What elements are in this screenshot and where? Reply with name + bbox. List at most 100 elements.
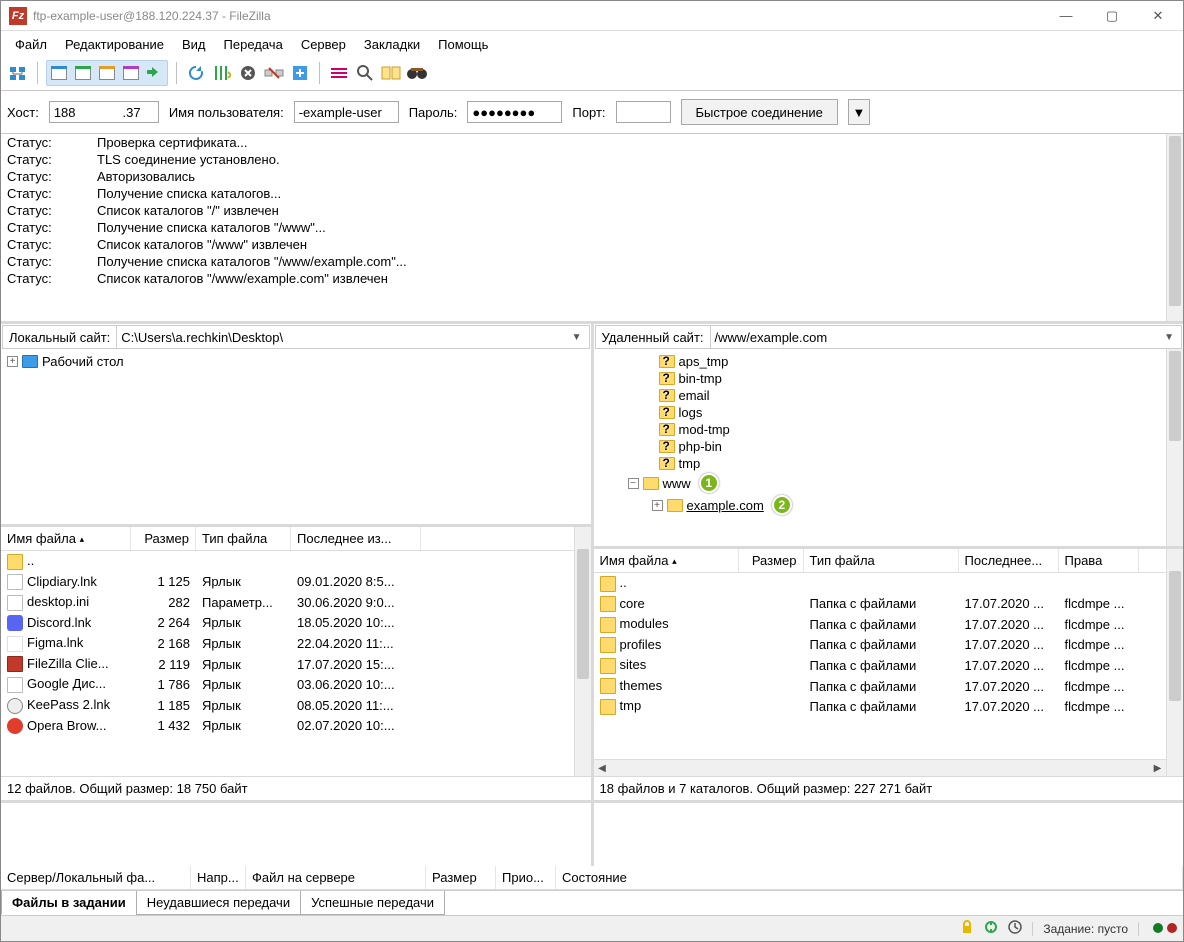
reconnect-button[interactable] xyxy=(289,62,311,84)
menu-bookmarks[interactable]: Закладки xyxy=(356,35,428,54)
username-label: Имя пользователя: xyxy=(169,105,284,120)
folder-icon xyxy=(600,596,616,612)
local-path-combo[interactable]: C:\Users\a.rechkin\Desktop\ ▼ xyxy=(116,326,588,348)
list-item[interactable]: tmpПапка с файлами17.07.2020 ...flcdmpe … xyxy=(594,696,1184,717)
log-row: Статус:Список каталогов "/" извлечен xyxy=(1,202,1183,219)
tree-node[interactable]: mod-tmp xyxy=(596,421,1182,438)
tab-failed-transfers[interactable]: Неудавшиеся передачи xyxy=(136,891,301,915)
quick-connect-dropdown[interactable]: ▼ xyxy=(848,99,870,125)
remote-list-scrollbar[interactable] xyxy=(1166,549,1183,776)
menu-view[interactable]: Вид xyxy=(174,35,214,54)
tree-node[interactable]: php-bin xyxy=(596,438,1182,455)
list-item[interactable]: Opera Brow...1 432Ярлык02.07.2020 10:... xyxy=(1,716,591,737)
toggle-log-panel-button[interactable] xyxy=(48,62,70,84)
toggle-local-tree-button[interactable] xyxy=(72,62,94,84)
tree-node-desktop[interactable]: Рабочий стол xyxy=(42,354,124,369)
sync-browsing-button[interactable] xyxy=(144,62,166,84)
menu-server[interactable]: Сервер xyxy=(293,35,354,54)
host-label: Хост: xyxy=(7,105,39,120)
queue-col-server[interactable]: Сервер/Локальный фа... xyxy=(1,866,191,889)
toggle-remote-tree-button[interactable] xyxy=(96,62,118,84)
list-item[interactable]: desktop.ini282Параметр...30.06.2020 9:0.… xyxy=(1,592,591,613)
disconnect-button[interactable] xyxy=(263,62,285,84)
activity-indicators xyxy=(1149,922,1177,936)
col-size[interactable]: Размер xyxy=(131,527,196,550)
col-date[interactable]: Последнее... xyxy=(959,549,1059,572)
binoculars-icon[interactable] xyxy=(406,62,428,84)
remote-list-hscrollbar[interactable]: ◀▶ xyxy=(594,759,1167,776)
compare-button[interactable] xyxy=(380,62,402,84)
list-item[interactable]: modulesПапка с файлами17.07.2020 ...flcd… xyxy=(594,614,1184,635)
queue-col-status[interactable]: Состояние xyxy=(556,866,1183,889)
toggle-queue-panel-button[interactable] xyxy=(120,62,142,84)
tree-node[interactable]: +example.com2 xyxy=(596,494,1182,516)
search-button[interactable] xyxy=(354,62,376,84)
queue-col-remote[interactable]: Файл на сервере xyxy=(246,866,426,889)
log-scrollbar[interactable] xyxy=(1166,134,1183,321)
tab-queued-files[interactable]: Файлы в задании xyxy=(1,891,137,915)
queue-col-size[interactable]: Размер xyxy=(426,866,496,889)
tree-node-label: example.com xyxy=(687,498,764,513)
menu-help[interactable]: Помощь xyxy=(430,35,496,54)
process-queue-button[interactable] xyxy=(211,62,233,84)
log-text: Получение списка каталогов... xyxy=(97,186,281,201)
col-size[interactable]: Размер xyxy=(739,549,804,572)
list-item[interactable]: KeePass 2.lnk1 185Ярлык08.05.2020 11:... xyxy=(1,695,591,716)
remote-path-combo[interactable]: /www/example.com ▼ xyxy=(710,326,1181,348)
cancel-button[interactable] xyxy=(237,62,259,84)
filter-button[interactable] xyxy=(328,62,350,84)
expand-icon[interactable]: + xyxy=(652,500,663,511)
tree-node[interactable]: −www1 xyxy=(596,472,1182,494)
tree-node[interactable]: email xyxy=(596,387,1182,404)
menu-transfer[interactable]: Передача xyxy=(216,35,291,54)
list-item[interactable]: sitesПапка с файлами17.07.2020 ...flcdmp… xyxy=(594,655,1184,676)
remote-tree[interactable]: aps_tmpbin-tmpemaillogsmod-tmpphp-bintmp… xyxy=(594,349,1184,549)
host-input[interactable] xyxy=(49,101,159,123)
col-name[interactable]: Имя файла ▴ xyxy=(594,549,739,572)
list-item[interactable]: coreПапка с файлами17.07.2020 ...flcdmpe… xyxy=(594,594,1184,615)
menu-file[interactable]: Файл xyxy=(7,35,55,54)
local-list-scrollbar[interactable] xyxy=(574,527,591,776)
col-type[interactable]: Тип файла xyxy=(804,549,959,572)
expand-icon[interactable]: + xyxy=(7,356,18,367)
close-button[interactable]: ✕ xyxy=(1135,1,1181,31)
list-item[interactable]: Clipdiary.lnk1 125Ярлык09.01.2020 8:5... xyxy=(1,572,591,593)
password-input[interactable] xyxy=(467,101,562,123)
list-item[interactable]: Discord.lnk2 264Ярлык18.05.2020 10:... xyxy=(1,613,591,634)
col-date[interactable]: Последнее из... xyxy=(291,527,421,550)
list-item[interactable]: Figma.lnk2 168Ярлык22.04.2020 11:... xyxy=(1,633,591,654)
refresh-button[interactable] xyxy=(185,62,207,84)
local-tree[interactable]: + Рабочий стол xyxy=(1,349,591,527)
queue-col-direction[interactable]: Напр... xyxy=(191,866,246,889)
col-name[interactable]: Имя файла ▴ xyxy=(1,527,131,550)
remote-file-list[interactable]: Имя файла ▴ Размер Тип файла Последнее..… xyxy=(594,549,1184,777)
port-input[interactable] xyxy=(616,101,671,123)
file-icon xyxy=(7,595,23,611)
col-type[interactable]: Тип файла xyxy=(196,527,291,550)
menu-edit[interactable]: Редактирование xyxy=(57,35,172,54)
list-item[interactable]: themesПапка с файлами17.07.2020 ...flcdm… xyxy=(594,676,1184,697)
tree-node[interactable]: tmp xyxy=(596,455,1182,472)
list-item[interactable]: Google Дис...1 786Ярлык03.06.2020 10:... xyxy=(1,674,591,695)
quick-connect-button[interactable]: Быстрое соединение xyxy=(681,99,838,125)
list-item[interactable]: FileZilla Clie...2 119Ярлык17.07.2020 15… xyxy=(1,654,591,675)
tree-node[interactable]: bin-tmp xyxy=(596,370,1182,387)
folder-icon xyxy=(659,440,675,453)
local-file-list[interactable]: Имя файла ▴ Размер Тип файла Последнее и… xyxy=(1,527,591,777)
file-icon xyxy=(7,656,23,672)
list-item-up[interactable]: .. xyxy=(1,551,591,572)
site-manager-button[interactable] xyxy=(7,62,29,84)
tree-node[interactable]: logs xyxy=(596,404,1182,421)
minimize-button[interactable]: — xyxy=(1043,1,1089,31)
queue-col-priority[interactable]: Прио... xyxy=(496,866,556,889)
remote-tree-scrollbar[interactable] xyxy=(1166,349,1183,546)
expand-icon[interactable]: − xyxy=(628,478,639,489)
col-perm[interactable]: Права xyxy=(1059,549,1139,572)
tab-successful-transfers[interactable]: Успешные передачи xyxy=(300,891,445,915)
username-input[interactable] xyxy=(294,101,399,123)
tree-node[interactable]: aps_tmp xyxy=(596,353,1182,370)
list-item[interactable]: profilesПапка с файлами17.07.2020 ...flc… xyxy=(594,635,1184,656)
folder-icon xyxy=(667,499,683,512)
maximize-button[interactable]: ▢ xyxy=(1089,1,1135,31)
list-item-up[interactable]: .. xyxy=(594,573,1184,594)
